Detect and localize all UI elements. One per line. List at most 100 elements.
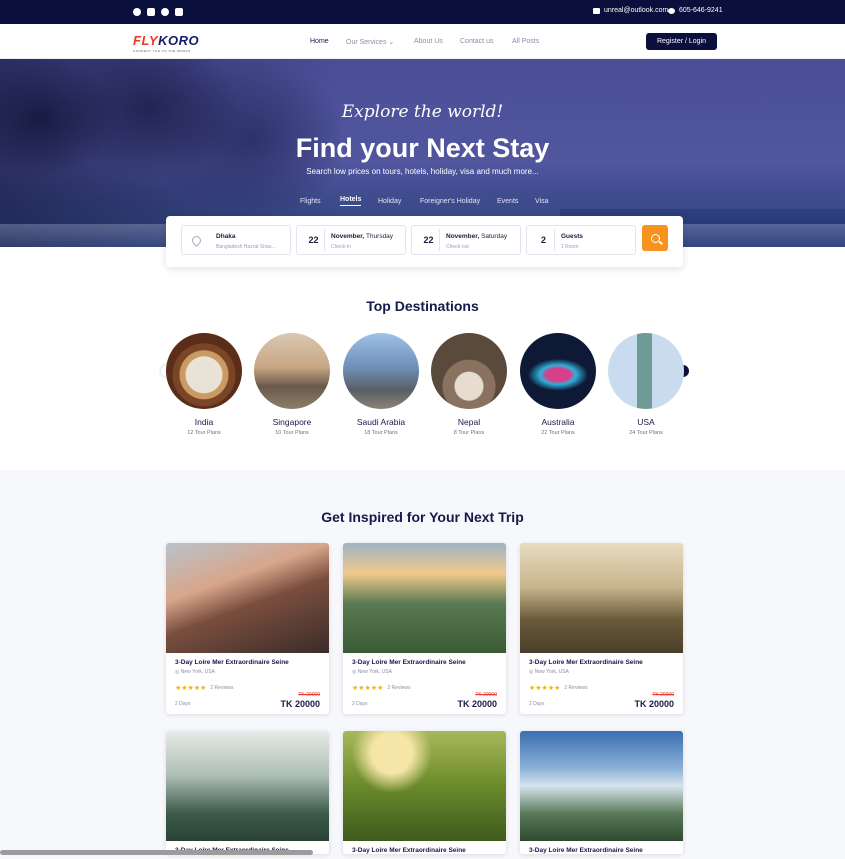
trip-title[interactable]: 3-Day Loire Mer Extraordinaire Seine xyxy=(529,847,683,854)
trip-location-text: New York, USA xyxy=(357,669,392,675)
trip-rating: ★★★★★ 2 Reviews xyxy=(175,684,329,692)
trip-photo xyxy=(520,731,683,841)
search-box: Dhaka Bangladesh Hazrat Shas... 22 Novem… xyxy=(166,216,683,267)
tab-flights[interactable]: Flights xyxy=(300,198,321,205)
trip-rating: ★★★★★ 2 Reviews xyxy=(529,684,683,692)
trip-days: 2 Days xyxy=(175,701,191,707)
trip-card[interactable]: 3-Day Loire Mer Extraordinaire Seine xyxy=(520,731,683,854)
trip-photo xyxy=(166,731,329,841)
trip-title[interactable]: 3-Day Loire Mer Extraordinaire Seine xyxy=(529,659,683,666)
tab-holiday[interactable]: Holiday xyxy=(378,198,401,205)
top-bar: unreal@outlook.com 605-646-9241 xyxy=(0,0,845,24)
email-contact[interactable]: unreal@outlook.com xyxy=(593,7,668,14)
youtube-icon[interactable] xyxy=(147,8,155,16)
nepal-image xyxy=(431,333,507,409)
location-city: Dhaka xyxy=(216,233,236,240)
trip-card[interactable]: 3-Day Loire Mer Extraordinaire Seine xyxy=(166,731,329,854)
search-icon xyxy=(650,233,660,243)
trip-photo xyxy=(343,731,506,841)
trip-card[interactable]: 3-Day Loire Mer Extraordinaire Seine ◎ N… xyxy=(166,543,329,714)
star-rating: ★★★★★ xyxy=(529,685,561,692)
destination-name: India xyxy=(194,417,214,427)
checkin-label: Check-in xyxy=(331,244,351,250)
saudi-arabia-image xyxy=(343,333,419,409)
checkin-day: 22 xyxy=(303,229,325,251)
dribbble-icon[interactable] xyxy=(133,8,141,16)
hero-subtitle: Search low prices on tours, hotels, holi… xyxy=(306,167,539,176)
trip-title[interactable]: 3-Day Loire Mer Extraordinaire Seine xyxy=(352,659,506,666)
trip-price: TK 20000 xyxy=(280,699,320,709)
logo-text-koro: KORO xyxy=(158,33,200,48)
trip-price: TK 20000 xyxy=(634,699,674,709)
chevron-down-icon: ⌄ xyxy=(388,39,395,46)
location-pin-icon xyxy=(190,234,203,247)
destination-nepal[interactable]: Nepal 8 Tour Plans xyxy=(431,333,507,436)
top-destinations-title: Top Destinations xyxy=(366,298,479,314)
nav-about-us[interactable]: About Us xyxy=(414,38,443,45)
checkin-field[interactable]: 22 November, Thursday Check-in xyxy=(296,225,406,255)
destination-plans: 10 Tour Plans xyxy=(275,430,309,436)
checkout-field[interactable]: 22 November, Saturday Check-out xyxy=(411,225,521,255)
trip-card[interactable]: 3-Day Loire Mer Extraordinaire Seine xyxy=(343,731,506,854)
destination-name: Nepal xyxy=(457,417,481,427)
logo[interactable]: FLYKORO CONNECT YOU TO THE WORLD xyxy=(133,33,199,53)
tab-hotels[interactable]: Hotels xyxy=(340,196,362,206)
nav-all-posts[interactable]: All Posts xyxy=(512,38,539,45)
nav-our-services[interactable]: Our Services ⌄ xyxy=(346,38,394,46)
location-field[interactable]: Dhaka Bangladesh Hazrat Shas... xyxy=(181,225,291,255)
phone-contact[interactable]: 605-646-9241 xyxy=(668,7,723,14)
nav-home[interactable]: Home xyxy=(310,38,329,45)
tab-visa[interactable]: Visa xyxy=(535,198,549,205)
main-nav: FLYKORO CONNECT YOU TO THE WORLD Home Ou… xyxy=(0,24,845,59)
singapore-image xyxy=(254,333,330,409)
location-pin-icon: ◎ xyxy=(529,669,534,675)
register-login-button[interactable]: Register / Login xyxy=(646,33,717,50)
guests-label: Guests xyxy=(561,233,584,240)
facebook-icon[interactable] xyxy=(175,8,183,16)
destination-india[interactable]: India 12 Tour Plans xyxy=(166,333,242,436)
trip-photo xyxy=(166,543,329,653)
destination-usa[interactable]: USA 24 Tour Plans xyxy=(608,333,684,436)
destination-australia[interactable]: Australia 22 Tour Plans xyxy=(520,333,596,436)
trip-card[interactable]: 3-Day Loire Mer Extraordinaire Seine ◎ N… xyxy=(343,543,506,714)
india-image xyxy=(166,333,242,409)
checkout-weekday: Saturday xyxy=(481,233,508,240)
logo-text-fly: FLY xyxy=(133,33,159,48)
tab-events[interactable]: Events xyxy=(497,198,518,205)
usa-image xyxy=(608,333,684,409)
guests-field[interactable]: 2 Guests 1 Room xyxy=(526,225,636,255)
trip-location-text: New York, USA xyxy=(180,669,215,675)
trip-title[interactable]: 3-Day Loire Mer Extraordinaire Seine xyxy=(175,659,329,666)
destination-name: Singapore xyxy=(272,417,312,427)
guests-count: 2 xyxy=(533,229,555,251)
checkin-month: November, xyxy=(331,233,365,240)
trip-price: TK 20000 xyxy=(457,699,497,709)
search-button[interactable] xyxy=(642,225,668,251)
location-pin-icon: ◎ xyxy=(352,669,357,675)
destination-plans: 22 Tour Plans xyxy=(541,430,575,436)
trip-card[interactable]: 3-Day Loire Mer Extraordinaire Seine ◎ N… xyxy=(520,543,683,714)
hero-title: Find your Next Stay xyxy=(295,133,550,163)
horizontal-scrollbar[interactable] xyxy=(0,850,313,855)
nav-our-services-label: Our Services xyxy=(346,39,387,46)
destination-plans: 8 Tour Plans xyxy=(453,430,485,436)
destination-saudi-arabia[interactable]: Saudi Arabia 18 Tour Plans xyxy=(343,333,419,436)
trip-location: ◎ New York, USA xyxy=(352,669,506,675)
tab-foreigners-holiday[interactable]: Foreigner's Holiday xyxy=(420,198,480,205)
location-detail: Bangladesh Hazrat Shas... xyxy=(216,244,276,250)
whatsapp-icon[interactable] xyxy=(161,8,169,16)
checkout-label: Check-out xyxy=(446,244,469,250)
email-text: unreal@outlook.com xyxy=(604,7,669,14)
destination-plans: 24 Tour Plans xyxy=(629,430,663,436)
mail-icon xyxy=(593,7,600,14)
trip-reviews: 2 Reviews xyxy=(210,685,234,691)
trip-title[interactable]: 3-Day Loire Mer Extraordinaire Seine xyxy=(352,847,506,854)
trip-photo xyxy=(520,543,683,653)
trip-rating: ★★★★★ 2 Reviews xyxy=(352,684,506,692)
trip-old-price: TK 20000 xyxy=(652,692,674,698)
trip-location-text: New York, USA xyxy=(534,669,569,675)
trip-location: ◎ New York, USA xyxy=(529,669,683,675)
nav-contact-us[interactable]: Contact us xyxy=(460,38,493,45)
destination-singapore[interactable]: Singapore 10 Tour Plans xyxy=(254,333,330,436)
trip-days: 2 Days xyxy=(529,701,545,707)
